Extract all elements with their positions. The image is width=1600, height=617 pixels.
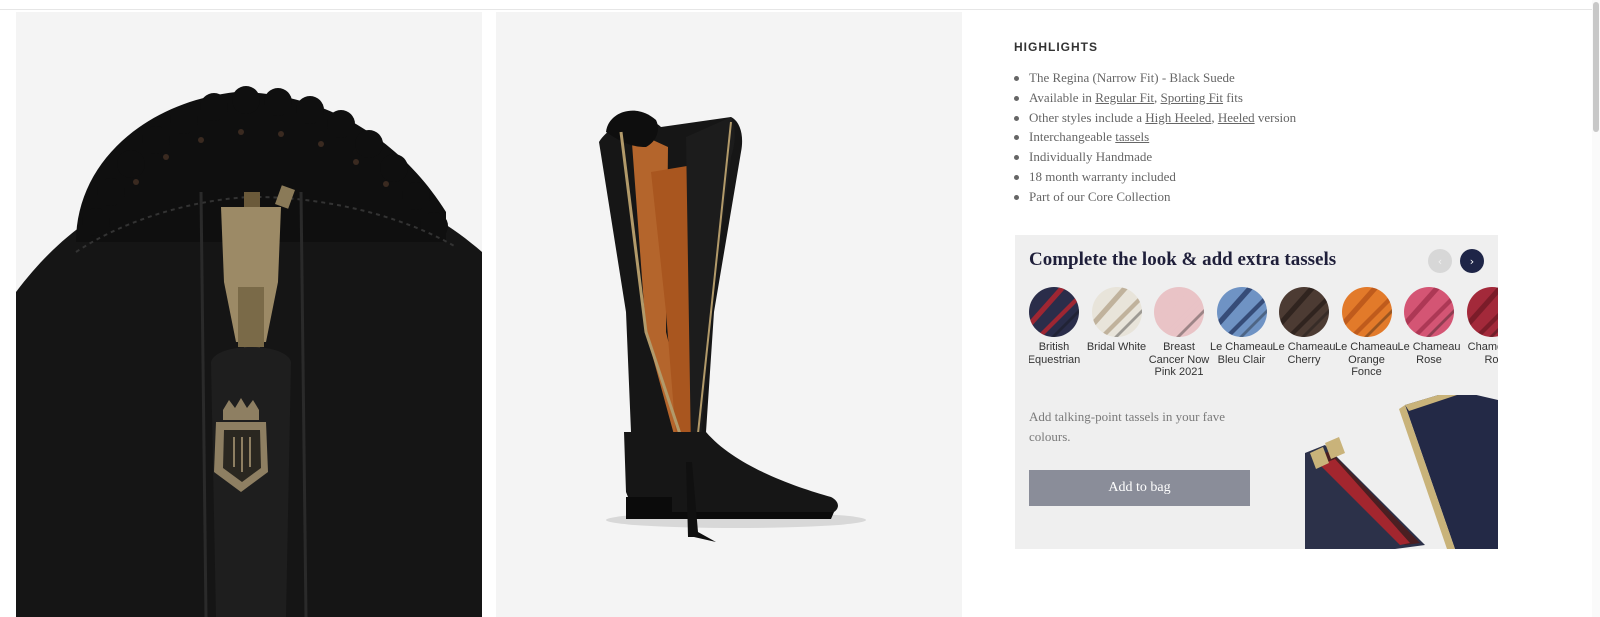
tassel-color-swatch-icon: [1216, 287, 1267, 337]
upsell-title: Complete the look & add extra tassels: [1029, 249, 1337, 270]
highlights-section: HIGHLIGHTS The Regina (Narrow Fit) - Bla…: [1014, 40, 1574, 207]
tassel-swatch[interactable]: Le Chameau Rose: [1397, 287, 1461, 366]
add-to-bag-button[interactable]: Add to bag: [1029, 470, 1250, 506]
tassel-upsell-panel: Complete the look & add extra tassels ‹ …: [1015, 235, 1498, 549]
sporting-fit-link[interactable]: Sporting Fit: [1161, 90, 1224, 105]
highlight-item: Interchangeable tassels: [1014, 127, 1574, 147]
tassel-swatch-label: Le Chameau Orange Fonce: [1335, 341, 1398, 378]
highlight-text: Available in: [1029, 89, 1096, 105]
highlight-item: 18 month warranty included: [1014, 167, 1574, 187]
regular-fit-link[interactable]: Regular Fit: [1095, 90, 1154, 105]
tassel-swatch-label: Bridal White: [1086, 341, 1147, 353]
highlight-text: Other styles include a: [1029, 109, 1146, 125]
tassel-swatch-label: Le Chameau Rose: [1397, 341, 1461, 366]
tassel-swatch[interactable]: Chameau Ro: [1460, 287, 1498, 366]
highlight-item: The Regina (Narrow Fit) - Black Suede: [1014, 68, 1574, 88]
tassel-color-swatch-icon: [1404, 287, 1454, 337]
tassel-swatch[interactable]: Breast Cancer Now Pink 2021: [1147, 287, 1211, 379]
tassel-swatch[interactable]: Le Chameau Orange Fonce: [1335, 287, 1399, 379]
heeled-link[interactable]: Heeled: [1218, 110, 1255, 125]
highlight-item: Part of our Core Collection: [1014, 187, 1574, 207]
highlight-text: version: [1254, 109, 1297, 125]
highlight-text: Interchangeable: [1029, 129, 1116, 145]
tassel-swatch-label: Le Chameau Bleu Clair: [1210, 341, 1273, 366]
scrollbar-thumb[interactable]: [1593, 2, 1599, 132]
highlights-list: The Regina (Narrow Fit) - Black Suede Av…: [1014, 68, 1574, 207]
tassels-link[interactable]: tassels: [1115, 129, 1149, 144]
tassel-swatch-label: Le Chameau Cherry: [1272, 341, 1336, 366]
tassel-color-swatch-icon: [1029, 287, 1079, 337]
tassel-color-swatch-icon: [1154, 287, 1204, 337]
highlights-heading: HIGHLIGHTS: [1014, 40, 1098, 54]
upsell-description: Add talking-point tassels in your fave c…: [1029, 409, 1226, 444]
top-divider: [0, 9, 1600, 10]
high-heeled-link[interactable]: High Heeled: [1145, 110, 1211, 125]
tassel-color-swatch-icon: [1279, 287, 1329, 337]
highlight-item: Other styles include a High Heeled, Heel…: [1014, 108, 1574, 128]
highlight-text: fits: [1223, 89, 1243, 105]
tassel-swatch-label: Breast Cancer Now Pink 2021: [1148, 341, 1210, 378]
tassel-swatch-label: British Equestrian: [1029, 341, 1081, 366]
tassel-swatch[interactable]: Le Chameau Bleu Clair: [1210, 287, 1274, 366]
highlight-text: 18 month warranty included: [1029, 168, 1176, 184]
chevron-left-icon: ‹: [1437, 254, 1443, 268]
tassel-color-swatch-icon: [1091, 287, 1142, 337]
highlight-text: Individually Handmade: [1029, 149, 1153, 165]
highlight-text: The Regina (Narrow Fit) - Black Suede: [1029, 70, 1235, 85]
tassel-swatch-carousel: British Equestrian Bridal White Breast Can…: [1029, 287, 1498, 407]
page-scrollbar[interactable]: [1592, 0, 1600, 617]
tassel-color-swatch-icon: [1466, 287, 1498, 337]
highlight-item: Individually Handmade: [1014, 147, 1574, 167]
tassel-swatch[interactable]: Bridal White: [1085, 287, 1149, 354]
product-image-boot[interactable]: [496, 12, 962, 617]
carousel-next-button[interactable]: ›: [1460, 249, 1484, 273]
product-image-zip-detail[interactable]: [16, 12, 482, 617]
carousel-prev-button[interactable]: ‹: [1428, 249, 1452, 273]
highlight-item: Available in Regular Fit, Sporting Fit f…: [1014, 88, 1574, 108]
highlight-text: Part of our Core Collection: [1029, 188, 1171, 204]
tassel-swatch-label: Chameau Ro: [1467, 341, 1498, 366]
tassel-swatch[interactable]: British Equestrian: [1029, 287, 1086, 366]
chevron-right-icon: ›: [1469, 254, 1475, 268]
tassel-box-image: [1305, 395, 1498, 549]
tassel-swatch[interactable]: Le Chameau Cherry: [1272, 287, 1336, 366]
tassel-color-swatch-icon: [1341, 287, 1392, 337]
